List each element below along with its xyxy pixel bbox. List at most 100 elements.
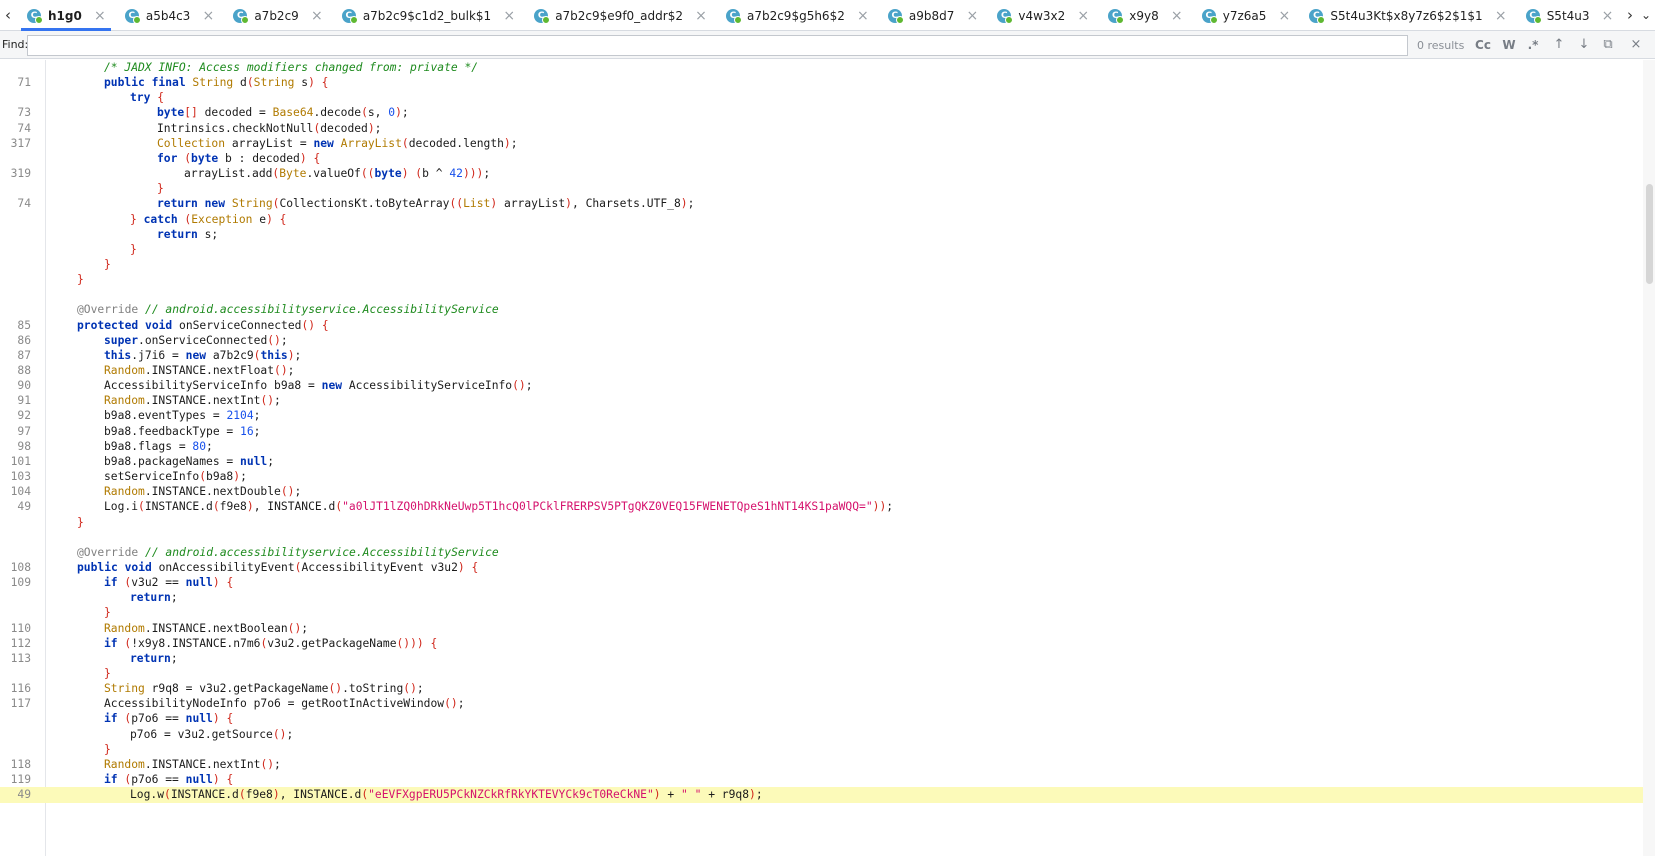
code-line[interactable]: 91 Random.INSTANCE.nextInt(); [0, 393, 1643, 409]
code-line[interactable]: @Override // android.accessibilityservic… [0, 545, 1643, 561]
code-line[interactable]: } [0, 181, 1643, 197]
code-line[interactable]: 88 Random.INSTANCE.nextFloat(); [0, 363, 1643, 379]
code-line[interactable]: 73 byte[] decoded = Base64.decode(s, 0); [0, 105, 1643, 121]
code-line[interactable]: 71 public final String d(String s) { [0, 75, 1643, 91]
tab-1[interactable]: a5b4c3 × [115, 0, 223, 31]
code-token-com: // android.accessibilityservice.Accessib… [145, 545, 499, 559]
regex-toggle[interactable]: .* [1525, 36, 1541, 54]
scrollbar-thumb[interactable] [1646, 184, 1653, 284]
code-line[interactable]: 98 b9a8.flags = 80; [0, 439, 1643, 455]
code-token-var: .j7i6 = [131, 348, 186, 362]
tab-close-icon[interactable]: × [1278, 8, 1291, 24]
code-line[interactable]: 90 AccessibilityServiceInfo b9a8 = new Ac… [0, 378, 1643, 394]
code-line[interactable]: 103 setServiceInfo(b9a8); [0, 469, 1643, 485]
previous-occurrence-arrow-up-icon[interactable]: ↑ [1551, 36, 1567, 54]
code-line[interactable]: try { [0, 90, 1643, 106]
tab-8[interactable]: x9y8 × [1098, 0, 1191, 31]
code-line[interactable]: 319 arrayList.add(Byte.valueOf((byte) (b … [0, 166, 1643, 182]
tab-6[interactable]: a9b8d7 × [878, 0, 988, 31]
code-token-red: } [104, 667, 111, 680]
code-line[interactable]: return; [0, 590, 1643, 606]
code-line[interactable]: } [0, 242, 1643, 258]
tab-2[interactable]: a7b2c9 × [223, 0, 331, 31]
code-line[interactable]: 108 public void onAccessibilityEvent(Acce… [0, 560, 1643, 576]
code-line[interactable]: 92 b9a8.eventTypes = 2104; [0, 408, 1643, 424]
code-line[interactable]: for (byte b : decoded) { [0, 151, 1643, 167]
close-find-icon[interactable]: × [1628, 36, 1644, 54]
code-line[interactable]: 112 if (!x9y8.INSTANCE.n7m6(v3u2.getPacka… [0, 636, 1643, 652]
code-line[interactable]: /* JADX INFO: Access modifiers changed f… [0, 60, 1643, 76]
code-line[interactable]: 109 if (v3u2 == null) { [0, 575, 1643, 591]
find-input[interactable] [27, 35, 1408, 56]
code-token-ann: @Override [77, 545, 146, 559]
code-line[interactable]: 97 b9a8.feedbackType = 16; [0, 424, 1643, 440]
tab-0[interactable]: h1g0 × [17, 0, 115, 31]
tabs-scroll-left-icon[interactable]: ‹ [1, 6, 15, 24]
code-token-var: ; [301, 621, 309, 635]
code-line[interactable]: } [0, 742, 1643, 758]
code-line[interactable]: 49 Log.w(INSTANCE.d(f9e8), INSTANCE.d("eE… [0, 787, 1643, 804]
code-line[interactable]: 118 Random.INSTANCE.nextInt(); [0, 757, 1643, 773]
code-token-red: ) [246, 500, 254, 514]
code-line[interactable]: 104 Random.INSTANCE.nextDouble(); [0, 484, 1643, 500]
code-token-kw: try [130, 91, 158, 105]
tab-11[interactable]: S5t4u3 × [1516, 0, 1617, 31]
vertical-scrollbar[interactable] [1643, 60, 1655, 856]
code-line[interactable]: 74 return new String(CollectionsKt.toByte… [0, 196, 1643, 212]
code-line[interactable]: 119 if (p7o6 == null) { [0, 772, 1643, 788]
code-line[interactable]: 85 protected void onServiceConnected() { [0, 318, 1643, 334]
code-line[interactable]: 116 String r9q8 = v3u2.getPackageName().t… [0, 681, 1643, 697]
tab-close-icon[interactable]: × [1602, 8, 1614, 24]
code-line[interactable]: @Override // android.accessibilityservic… [0, 302, 1643, 318]
next-occurrence-arrow-down-icon[interactable]: ↓ [1576, 36, 1592, 54]
tab-close-icon[interactable]: × [94, 8, 106, 24]
code-line[interactable]: 113 return; [0, 651, 1643, 667]
code-line[interactable] [0, 530, 1643, 546]
tabs-dropdown-chevron-down-icon[interactable]: ⌄ [1639, 6, 1653, 24]
code-line[interactable]: } [0, 605, 1643, 621]
tab-7[interactable]: v4w3x2 × [987, 0, 1098, 31]
code-line[interactable]: 87 this.j7i6 = new a7b2c9(this); [0, 348, 1643, 364]
code-line[interactable]: 110 Random.INSTANCE.nextBoolean(); [0, 621, 1643, 637]
whole-words-toggle[interactable]: W [1501, 36, 1517, 54]
tab-9[interactable]: y7z6a5 × [1192, 0, 1300, 31]
tab-close-icon[interactable]: × [503, 8, 515, 24]
code-line[interactable]: } catch (Exception e) { [0, 212, 1643, 228]
code-line[interactable]: } [0, 257, 1643, 273]
line-number: 103 [10, 470, 31, 484]
tab-close-icon[interactable]: × [966, 8, 978, 24]
tab-close-icon[interactable]: × [311, 8, 323, 24]
code-line[interactable]: return s; [0, 227, 1643, 243]
code-line[interactable]: 317 Collection arrayList = new ArrayList(… [0, 136, 1643, 152]
tab-close-icon[interactable]: × [202, 8, 214, 24]
code-line[interactable]: 117 AccessibilityNodeInfo p7o6 = getRootI… [0, 696, 1643, 712]
tab-close-icon[interactable]: × [857, 8, 869, 24]
code-line[interactable]: if (p7o6 == null) { [0, 711, 1643, 727]
code-line[interactable]: 74 Intrinsics.checkNotNull(decoded); [0, 121, 1643, 137]
tab-close-icon[interactable]: × [1495, 8, 1507, 24]
code-line[interactable]: } [0, 666, 1643, 682]
code-token-com: // android.accessibilityservice.Accessib… [145, 303, 499, 317]
code-line[interactable] [0, 287, 1643, 303]
tabs-scroll-right-icon[interactable]: › [1623, 6, 1637, 24]
tab-4[interactable]: a7b2c9$e9f0_addr$2 × [524, 0, 716, 31]
code-line[interactable]: } [0, 515, 1643, 531]
code-editor[interactable]: /* JADX INFO: Access modifiers changed f… [0, 60, 1655, 856]
match-case-toggle[interactable]: Cc [1475, 36, 1491, 54]
code-line[interactable]: } [0, 272, 1643, 288]
tab-close-icon[interactable]: × [1077, 8, 1089, 24]
tab-3[interactable]: a7b2c9$c1d2_bulk$1 × [332, 0, 524, 31]
code-line[interactable]: 86 super.onServiceConnected(); [0, 333, 1643, 349]
code-text: } [104, 257, 111, 273]
code-line[interactable]: 49 Log.i(INSTANCE.d(f9e8), INSTANCE.d("a0… [0, 499, 1643, 515]
code-token-var: Log.i [104, 500, 139, 514]
find-options-icon[interactable]: ⧉ [1600, 36, 1616, 54]
tab-close-icon[interactable]: × [695, 8, 707, 24]
code-token-var: .INSTANCE.nextFloat [144, 364, 275, 377]
code-token-kw: return [157, 227, 205, 241]
code-line[interactable]: 101 b9a8.packageNames = null; [0, 454, 1643, 470]
code-line[interactable]: p7o6 = v3u2.getSource(); [0, 727, 1643, 743]
tab-close-icon[interactable]: × [1171, 8, 1183, 24]
tab-5[interactable]: a7b2c9$g5h6$2 × [716, 0, 878, 31]
tab-10[interactable]: S5t4u3Kt$x8y7z6$2$1$1 × [1299, 0, 1515, 31]
